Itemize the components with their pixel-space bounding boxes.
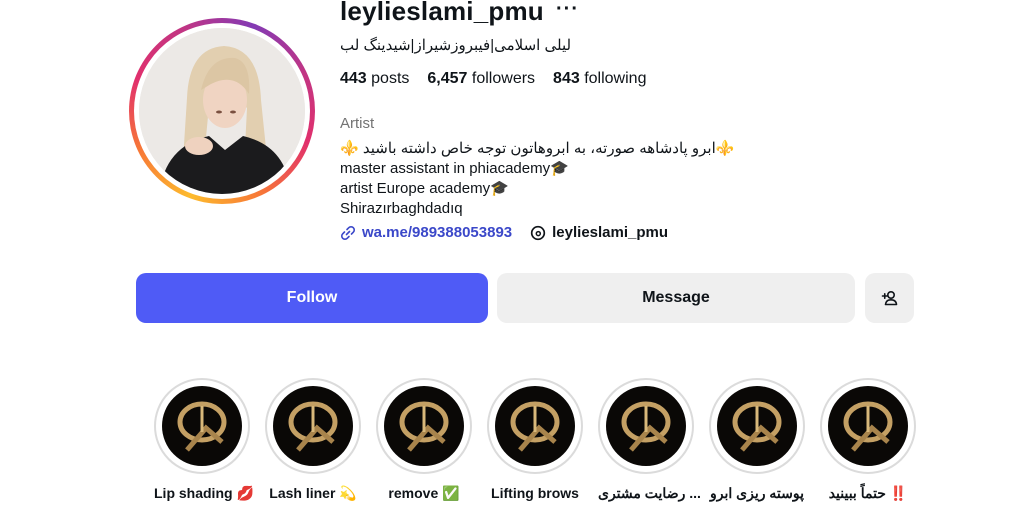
story-highlight[interactable]: Lip shading 💋 xyxy=(154,378,254,502)
highlight-cover xyxy=(384,386,464,466)
bio-line: artist Europe academy🎓 xyxy=(340,180,509,197)
profile-category: Artist xyxy=(340,115,375,132)
profile-username: leylieslami_pmu xyxy=(340,0,544,26)
highlight-label: Lash liner 💫 xyxy=(269,485,357,501)
posts-stat: 443 posts xyxy=(340,70,409,88)
highlight-ring xyxy=(487,378,583,474)
avatar-portrait-image xyxy=(139,28,305,194)
threads-icon xyxy=(530,225,546,240)
message-button[interactable]: Message xyxy=(497,273,855,323)
avatar xyxy=(139,28,305,194)
link-icon xyxy=(340,225,356,240)
highlight-logo-image xyxy=(510,401,560,452)
external-link[interactable]: wa.me/989388053893 xyxy=(340,224,512,241)
highlight-label: رضایت مشتری ... xyxy=(598,485,701,501)
highlight-cover xyxy=(273,386,353,466)
add-person-icon xyxy=(881,290,897,306)
highlight-logo-image xyxy=(288,401,338,452)
threads-handle: leylieslami_pmu xyxy=(552,224,669,241)
highlight-label: Lifting brows xyxy=(491,485,579,501)
suggested-users-button[interactable] xyxy=(865,273,914,323)
story-highlight[interactable]: remove ✅ xyxy=(376,378,472,502)
highlight-logo-image xyxy=(621,401,671,452)
highlight-label: پوسته ریزی ابرو xyxy=(710,485,804,501)
followers-stat[interactable]: 6,457 followers xyxy=(427,70,535,88)
highlight-ring xyxy=(820,378,916,474)
highlight-ring xyxy=(709,378,805,474)
highlight-cover xyxy=(495,386,575,466)
followers-label: followers xyxy=(471,70,536,87)
threads-link[interactable]: leylieslami_pmu xyxy=(530,224,668,241)
follow-button[interactable]: Follow xyxy=(136,273,488,323)
highlight-cover xyxy=(606,386,686,466)
profile-full-name: لیلی اسلامی|فیبروزشیراز|شیدینگ لب xyxy=(340,37,572,54)
bio-line: Shirazırbaghdadıq xyxy=(340,200,463,217)
bio-line: master assistant in phiacademy🎓 xyxy=(340,160,569,177)
profile-bio: ⚜️ابرو پادشاهه صورته، به ابروهاتون توجه … xyxy=(340,139,734,219)
story-highlight[interactable]: رضایت مشتری ... xyxy=(598,378,701,502)
highlight-logo-image xyxy=(843,401,893,452)
highlight-ring xyxy=(154,378,250,474)
avatar-border xyxy=(134,23,310,199)
profile-links: wa.me/989388053893 leylieslami_pmu xyxy=(340,224,668,241)
story-highlight[interactable]: پوسته ریزی ابرو xyxy=(709,378,805,502)
highlight-logo-image xyxy=(399,401,449,452)
external-link-text: wa.me/989388053893 xyxy=(362,224,513,241)
highlight-ring xyxy=(598,378,694,474)
highlight-logo-image xyxy=(177,401,227,452)
highlight-cover xyxy=(162,386,242,466)
story-highlight[interactable]: Lash liner 💫 xyxy=(265,378,361,502)
highlight-label: remove ✅ xyxy=(388,485,460,501)
posts-count: 443 xyxy=(340,70,367,87)
following-count: 843 xyxy=(553,70,580,87)
profile-stats: 443 posts 6,457 followers 843 following xyxy=(340,70,646,88)
story-highlight[interactable]: Lifting brows xyxy=(487,378,583,501)
story-highlight[interactable]: حتماً ببینید ‼️ xyxy=(820,378,916,502)
highlight-label: Lip shading 💋 xyxy=(154,485,254,501)
highlight-cover xyxy=(717,386,797,466)
bio-line: ⚜️ابرو پادشاهه صورته، به ابروهاتون توجه … xyxy=(340,140,735,157)
profile-avatar-ring[interactable] xyxy=(129,18,315,204)
highlight-ring xyxy=(265,378,361,474)
posts-label: posts xyxy=(371,70,410,87)
following-label: following xyxy=(584,70,647,87)
more-options-icon[interactable]: ··· xyxy=(556,0,579,21)
highlight-ring xyxy=(376,378,472,474)
highlight-cover xyxy=(828,386,908,466)
followers-count: 6,457 xyxy=(427,70,468,87)
following-stat[interactable]: 843 following xyxy=(553,70,646,88)
highlight-label: حتماً ببینید ‼️ xyxy=(828,485,908,501)
highlight-logo-image xyxy=(732,401,782,452)
